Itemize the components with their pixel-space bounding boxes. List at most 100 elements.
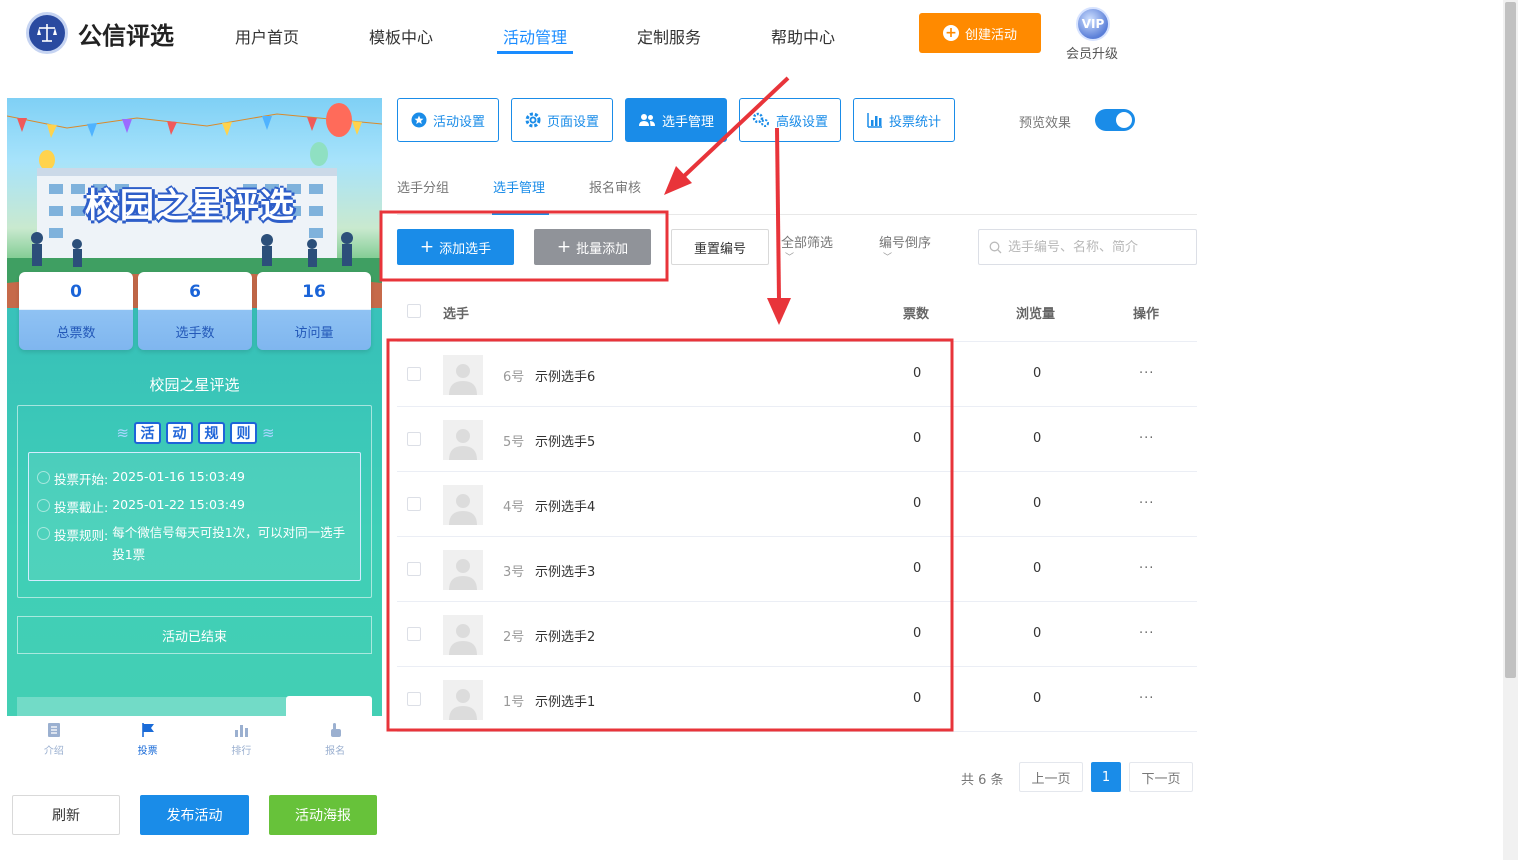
player-avatar[interactable] [443,354,483,395]
row-checkbox[interactable] [407,561,421,576]
nav-home[interactable]: 用户首页 [235,24,299,48]
refresh-button[interactable]: 刷新 [12,795,120,835]
nav-custom-service[interactable]: 定制服务 [637,24,701,48]
player-votes: 0 [913,560,922,576]
pagination-prev-button[interactable]: 上一页 [1019,762,1083,792]
rule-label: 投票截止: [54,500,109,515]
rule-value: 2025-01-16 15:03:49 [112,469,245,484]
player-name[interactable]: 示例选手5 [535,431,595,450]
preview-tab-intro: 介绍 [7,716,101,766]
row-checkbox[interactable] [407,366,421,381]
avatar-placeholder-icon [449,363,477,395]
row-more-actions-icon[interactable]: ··· [1139,691,1154,706]
add-player-button[interactable]: + 添加选手 [397,229,514,265]
player-management-button[interactable]: 选手管理 [625,98,727,142]
table-row-divider [397,536,1197,537]
reset-number-button[interactable]: 重置编号 [671,229,769,265]
player-views: 0 [1033,625,1042,641]
rules-heading-char: 规 [198,422,225,444]
row-checkbox[interactable] [407,431,421,446]
row-more-actions-icon[interactable]: ··· [1139,366,1154,381]
stat-player-count-label: 选手数 [175,326,215,341]
preview-tabbar: 介绍 投票 排行 报名 [7,716,382,766]
player-avatar[interactable] [443,549,483,590]
create-activity-label: 创建活动 [964,27,1017,43]
nav-templates[interactable]: 模板中心 [369,24,433,48]
player-name[interactable]: 示例选手1 [535,691,595,710]
advanced-settings-label: 高级设置 [775,114,828,130]
rule-label: 投票开始: [54,472,109,487]
activity-settings-button[interactable]: 活动设置 [397,98,499,142]
sort-dropdown[interactable]: 编号倒序 ﹀ [879,232,932,263]
filter-dropdown[interactable]: 全部筛选 ﹀ [781,232,833,263]
logo-text[interactable]: 公信评选 [78,16,174,51]
player-avatar[interactable] [443,679,483,720]
batch-add-button[interactable]: + 批量添加 [534,229,651,265]
row-more-actions-icon[interactable]: ··· [1139,626,1154,641]
nav-help-center[interactable]: 帮助中心 [771,24,835,48]
advanced-settings-button[interactable]: 高级设置 [739,98,841,142]
rule-vote-end: 投票截止: 2025-01-22 15:03:49 [37,497,245,516]
preview-tab-signup: 报名 [288,716,382,766]
player-name[interactable]: 示例选手6 [535,366,595,385]
row-more-actions-icon[interactable]: ··· [1139,561,1154,576]
row-checkbox[interactable] [407,626,421,641]
preview-tab-label: 报名 [325,746,346,757]
preview-tab-vote: 投票 [101,716,195,766]
player-search-input[interactable] [1008,239,1188,255]
nav-activity-management[interactable]: 活动管理 [503,24,567,48]
arrow-to-subtab-head [664,166,692,195]
tab-player-management[interactable]: 选手管理 [493,177,545,196]
column-header-views[interactable]: 浏览量 [1016,303,1055,322]
player-management-label: 选手管理 [661,114,714,130]
player-avatar[interactable] [443,614,483,655]
pagination-next-button[interactable]: 下一页 [1129,762,1193,792]
table-row-divider [397,406,1197,407]
row-more-actions-icon[interactable]: ··· [1139,496,1154,511]
sort-dropdown-label: 编号倒序 [879,236,932,251]
rule-value: 2025-01-22 15:03:49 [112,497,245,512]
add-player-label: 添加选手 [439,241,492,257]
activity-ended-notice: 活动已结束 [17,616,372,654]
vote-statistics-button[interactable]: 投票统计 [853,98,955,142]
vip-icon[interactable]: VIP [1076,7,1110,41]
row-checkbox[interactable] [407,691,421,706]
row-more-actions-icon[interactable]: ··· [1139,431,1154,446]
users-icon [638,114,655,126]
stat-visits-label: 访问量 [294,326,334,341]
player-name[interactable]: 示例选手2 [535,626,595,645]
row-checkbox[interactable] [407,496,421,511]
player-avatar[interactable] [443,484,483,525]
preview-search-input [17,697,287,716]
player-votes: 0 [913,690,922,706]
player-search-box[interactable] [978,229,1197,265]
player-number: 2号 [503,629,525,645]
publish-activity-button[interactable]: 发布活动 [140,795,249,835]
chevron-down-icon: ﹀ [785,253,795,263]
preview-activity-title: 校园之星评选 [149,376,240,394]
pagination-current-page[interactable]: 1 [1091,762,1121,792]
vote-statistics-label: 投票统计 [888,114,941,130]
player-avatar[interactable] [443,419,483,460]
logo-icon[interactable] [26,12,68,54]
player-name[interactable]: 示例选手4 [535,496,595,515]
page-scrollbar-thumb[interactable] [1505,2,1516,678]
column-header-votes[interactable]: 票数 [903,303,929,322]
page-settings-button[interactable]: 页面设置 [511,98,613,142]
create-activity-button[interactable]: + 创建活动 [919,13,1041,53]
plus-circle-icon: + [942,25,959,41]
gear-icon [525,112,541,128]
player-name[interactable]: 示例选手3 [535,561,595,580]
tab-signup-review[interactable]: 报名审核 [589,177,641,196]
table-row-divider [397,666,1197,667]
vip-upgrade-link[interactable]: 会员升级 [1066,43,1118,62]
select-all-checkbox[interactable] [407,304,421,318]
tab-player-groups[interactable]: 选手分组 [397,177,449,196]
activity-poster-button[interactable]: 活动海报 [269,795,377,835]
rule-vote-rule: 投票规则: 每个微信号每天可投1次，可以对同一选手投1票 [37,525,355,566]
preview-toggle[interactable] [1095,109,1135,131]
player-votes: 0 [913,430,922,446]
mobile-preview: 校园之星评选 0 总票数 6 选手数 16 访问量 校园之星评选 ≋ 活 动 规… [7,98,382,716]
clock-icon [37,471,50,484]
preview-tab-label: 投票 [137,746,158,757]
